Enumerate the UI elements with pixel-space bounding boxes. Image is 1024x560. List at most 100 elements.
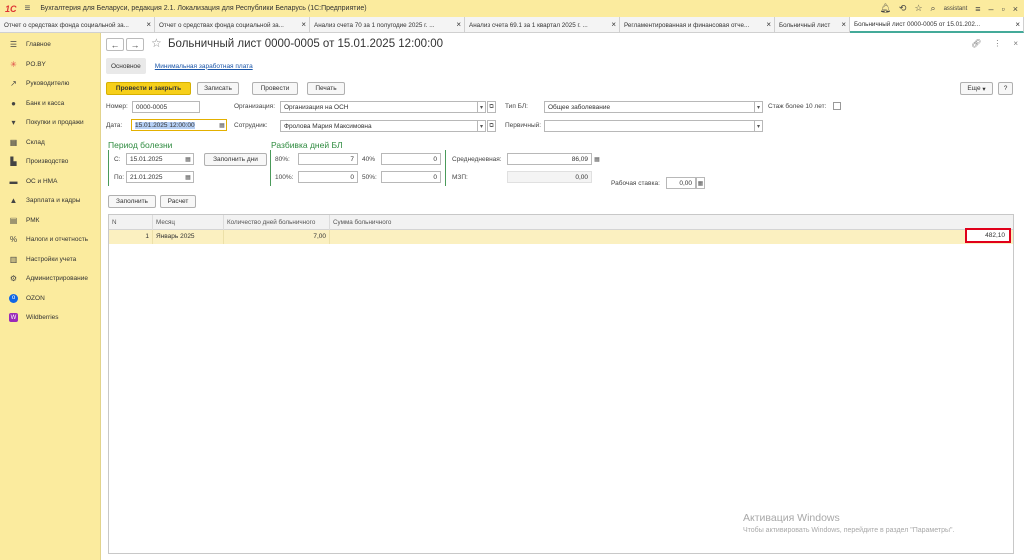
tab-main[interactable]: Основное (106, 58, 146, 74)
calendar-icon[interactable]: ▦ (184, 172, 192, 182)
fill-days-button[interactable]: Заполнить дни (204, 153, 267, 166)
user-name[interactable]: assistant (944, 6, 968, 12)
p40-label: 40% (362, 156, 376, 163)
close-tab-icon[interactable]: × (1015, 20, 1020, 29)
sick-type-dropdown-icon[interactable]: ▾ (754, 101, 763, 113)
rate-calc-icon[interactable]: ▦ (696, 177, 705, 189)
history-icon[interactable]: ⟲ (899, 3, 907, 14)
employee-dropdown-icon[interactable]: ▾ (477, 120, 486, 132)
organization-open-icon[interactable]: ⧉ (487, 101, 496, 113)
avg-calc-icon[interactable]: ▦ (593, 153, 601, 165)
tab-report-fszn-1[interactable]: Отчет о средствах фонда социальной за...… (0, 17, 155, 33)
cell-sum-highlighted[interactable]: 482,10 (965, 228, 1011, 243)
sidebar-item-admin[interactable]: ⚙ Администрирование (0, 269, 100, 289)
close-tab-icon[interactable]: × (456, 20, 461, 29)
sidebar-item-taxes[interactable]: % Налоги и отчетность (0, 230, 100, 250)
forward-button[interactable]: → (126, 38, 144, 51)
cell-n[interactable]: 1 (109, 230, 153, 244)
factory-icon: ▙ (10, 157, 17, 167)
sidebar-item-assets[interactable]: ▬ ОС и НМА (0, 172, 100, 192)
maximize-icon[interactable]: ▫ (1002, 4, 1005, 14)
avg-daily-field[interactable]: 86,09 (507, 153, 592, 165)
tab-analysis-70[interactable]: Анализ счета 70 за 1 полугодие 2025 г. .… (310, 17, 465, 33)
close-tab-icon[interactable]: × (301, 20, 306, 29)
minimize-icon[interactable]: – (989, 4, 994, 14)
primary-dropdown-icon[interactable]: ▾ (754, 120, 763, 132)
sidebar-item-ozon[interactable]: o OZON (0, 289, 100, 309)
help-button[interactable]: ? (998, 82, 1013, 95)
tab-analysis-69[interactable]: Анализ счета 69.1 за 1 квартал 2025 г. .… (465, 17, 620, 33)
column-header-month[interactable]: Месяц (153, 215, 224, 230)
breakdown-group-bar (270, 150, 271, 186)
more-vertical-icon[interactable]: ⋮ (993, 39, 1001, 48)
sidebar-item-poby[interactable]: ✳ PO.BY (0, 55, 100, 75)
settings-menu-icon[interactable]: ≡ (975, 4, 980, 14)
sidebar-item-wildberries[interactable]: W Wildberries (0, 308, 100, 328)
tab-reglament-reports[interactable]: Регламентированная и финансовая отче... × (620, 17, 775, 33)
table-row[interactable]: 1 Январь 2025 7,00 482,10 (109, 228, 1013, 244)
sick-type-field[interactable]: Общее заболевание (544, 101, 755, 113)
p100-field[interactable]: 0 (298, 171, 358, 183)
bell-icon[interactable]: 🔔︎ (879, 3, 890, 14)
print-button[interactable]: Печать (307, 82, 345, 95)
more-button[interactable]: Еще ▾ (960, 82, 993, 95)
sidebar-item-accounting-settings[interactable]: ▥ Настройки учета (0, 250, 100, 270)
employee-field[interactable]: Фролова Мария Максимовна (280, 120, 478, 132)
organization-dropdown-icon[interactable]: ▾ (477, 101, 486, 113)
sidebar-item-label: Склад (26, 138, 45, 146)
fill-button[interactable]: Заполнить (108, 195, 156, 208)
close-tab-icon[interactable]: × (146, 20, 151, 29)
close-tab-icon[interactable]: × (766, 20, 771, 29)
close-form-icon[interactable]: × (1013, 39, 1018, 48)
p50-field[interactable]: 0 (381, 171, 441, 183)
rate-field[interactable]: 0,00 (666, 177, 696, 189)
favorites-star-icon[interactable]: ☆ (914, 3, 922, 14)
sidebar-item-rmk[interactable]: ▤ РМК (0, 211, 100, 231)
back-button[interactable]: ← (106, 38, 124, 51)
close-tab-icon[interactable]: × (611, 20, 616, 29)
sidebar-item-manager[interactable]: ↗ Руководителю (0, 74, 100, 94)
sidebar-item-bank[interactable]: ● Банк и касса (0, 94, 100, 114)
number-field[interactable]: 0000-0005 (132, 101, 200, 113)
sick-list-table[interactable]: N Месяц Количество дней больничного Сумм… (108, 214, 1014, 554)
ozon-icon: o (9, 293, 18, 303)
date-field[interactable]: 15.01.2025 12:00:00 (131, 119, 227, 131)
tab-sick-list-doc[interactable]: Больничный лист 0000-0005 от 15.01.202..… (850, 17, 1024, 33)
cell-days[interactable]: 7,00 (224, 230, 330, 244)
organization-field[interactable]: Организация на ОСН (280, 101, 478, 113)
close-tab-icon[interactable]: × (841, 20, 846, 29)
sidebar-item-salary[interactable]: ▲ Зарплата и кадры (0, 191, 100, 211)
sidebar-item-label: Налоги и отчетность (26, 236, 89, 244)
tab-report-fszn-2[interactable]: Отчет о средствах фонда социальной за...… (155, 17, 310, 33)
p40-field[interactable]: 0 (381, 153, 441, 165)
p80-field[interactable]: 7 (298, 153, 358, 165)
primary-field[interactable] (544, 120, 755, 132)
sidebar-item-warehouse[interactable]: ▦ Склад (0, 133, 100, 153)
sidebar-item-purchases[interactable]: ▾ Покупки и продажи (0, 113, 100, 133)
cell-sum-area[interactable] (330, 230, 1013, 244)
sidebar-item-main[interactable]: ☰ Главное (0, 35, 100, 55)
sidebar-item-label: Администрирование (26, 275, 88, 283)
calendar-icon[interactable]: ▦ (184, 154, 192, 164)
post-and-close-button[interactable]: Провести и закрыть (106, 82, 191, 95)
close-icon[interactable]: × (1013, 4, 1018, 14)
employee-open-icon[interactable]: ⧉ (487, 120, 496, 132)
cell-month[interactable]: Январь 2025 (153, 230, 224, 244)
tab-min-wage-link[interactable]: Минимальная заработная плата (150, 58, 258, 74)
calendar-icon[interactable]: ▦ (218, 120, 226, 130)
column-header-days[interactable]: Количество дней больничного (224, 215, 330, 230)
sidebar-item-production[interactable]: ▙ Производство (0, 152, 100, 172)
favorite-star-icon[interactable]: ☆ (151, 36, 162, 50)
calc-button[interactable]: Расчет (160, 195, 196, 208)
arrow-right-icon: → (130, 39, 140, 50)
column-header-n[interactable]: N (109, 215, 153, 230)
tab-sick-list[interactable]: Больничный лист × (775, 17, 850, 33)
register-icon: ▤ (9, 215, 18, 225)
search-icon[interactable]: ⌕ (931, 3, 936, 14)
main-menu-icon[interactable]: ≡ (25, 3, 31, 14)
post-button[interactable]: Провести (252, 82, 298, 95)
save-button[interactable]: Записать (197, 82, 239, 95)
link-icon[interactable]: 🔗︎ (971, 39, 981, 48)
column-header-sum[interactable]: Сумма больничного (330, 215, 1013, 230)
stazh-checkbox[interactable] (833, 102, 841, 110)
